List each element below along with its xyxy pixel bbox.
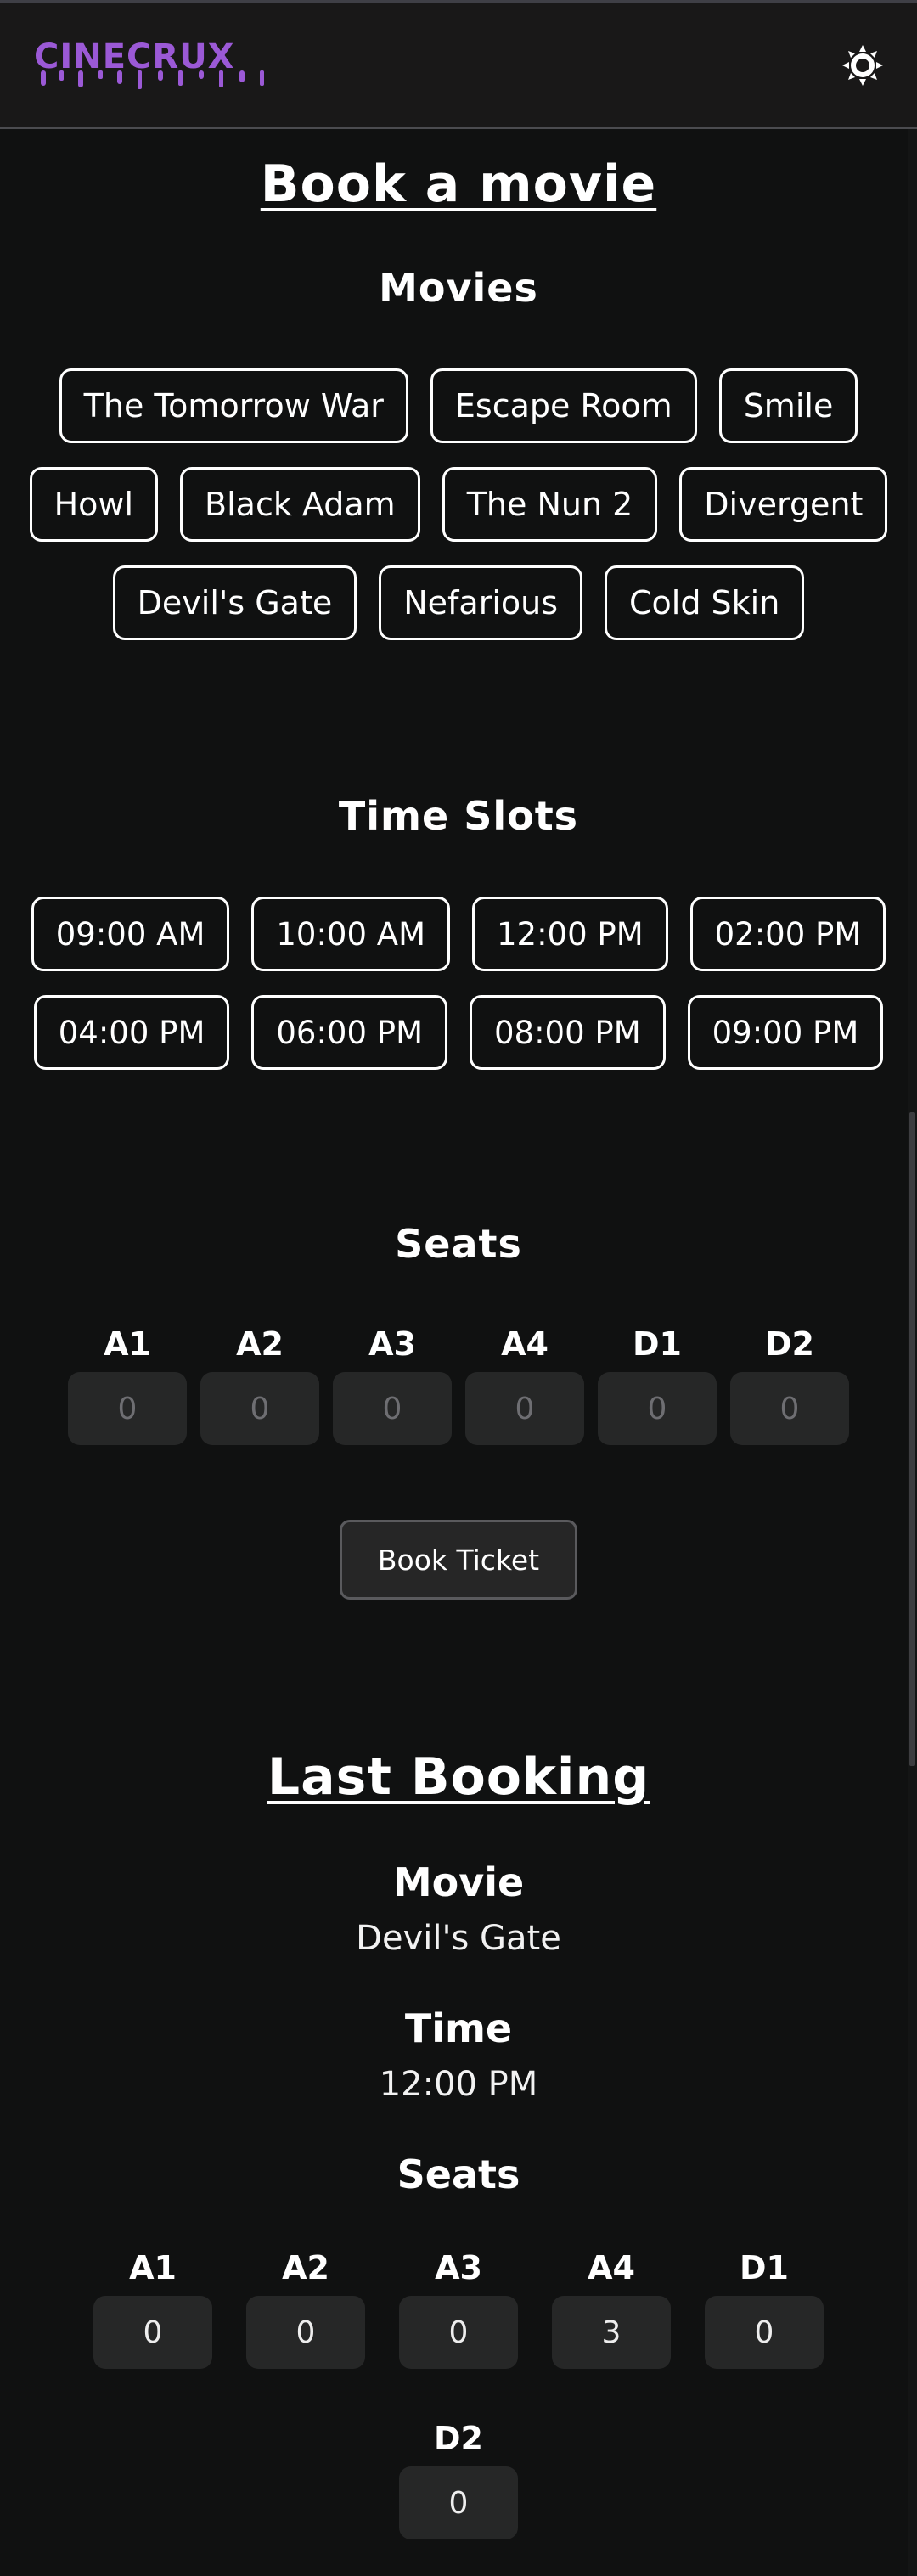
movies-heading: Movies: [379, 265, 538, 311]
seat-quantity-value: 3: [552, 2296, 671, 2369]
logo-drips-decoration: [41, 70, 264, 89]
seat-item: A1 0: [93, 2245, 212, 2369]
movie-option[interactable]: Devil's Gate: [112, 565, 357, 640]
time-slot-option[interactable]: 12:00 PM: [472, 897, 668, 971]
seats-heading: Seats: [395, 1221, 522, 1267]
seat-quantity-value: 0: [399, 2296, 518, 2369]
time-slot-option[interactable]: 10:00 AM: [251, 897, 450, 971]
seat-quantity-input[interactable]: 0: [333, 1372, 452, 1445]
movie-option[interactable]: Nefarious: [379, 565, 583, 640]
seat-quantity-value: 0: [399, 2466, 518, 2539]
movie-option[interactable]: The Tomorrow War: [59, 368, 408, 443]
time-slot-list: 09:00 AM 10:00 AM 12:00 PM 02:00 PM 04:00 PM…: [25, 897, 892, 1070]
last-booking-seats-label: Seats: [397, 2151, 520, 2197]
movie-option[interactable]: Divergent: [679, 467, 888, 542]
seat-label: A2: [282, 2249, 329, 2286]
seat-label: A2: [236, 1325, 284, 1363]
book-ticket-button[interactable]: Book Ticket: [340, 1520, 577, 1600]
book-movie-title: Book a movie: [260, 155, 657, 214]
seat-quantity-input[interactable]: 0: [68, 1372, 187, 1445]
seat-quantity-input[interactable]: 0: [730, 1372, 849, 1445]
seat-item: A4 0: [465, 1321, 584, 1445]
seat-item: A1 0: [68, 1321, 187, 1445]
seat-label: A4: [588, 2249, 635, 2286]
scrollbar-thumb[interactable]: [909, 1112, 915, 1766]
seat-item: D2 0: [730, 1321, 849, 1445]
seat-quantity-value: 0: [246, 2296, 365, 2369]
seat-item: A2 0: [246, 2245, 365, 2369]
last-booking-movie-label: Movie: [392, 1859, 525, 1905]
sun-icon: [842, 45, 883, 86]
movie-list: The Tomorrow War Escape Room Smile Howl Blac…: [25, 368, 892, 640]
time-slot-option[interactable]: 04:00 PM: [33, 995, 230, 1070]
movie-option[interactable]: Smile: [718, 368, 858, 443]
last-booking-title: Last Booking: [267, 1747, 650, 1807]
seat-label: A1: [129, 2249, 177, 2286]
movie-option[interactable]: Cold Skin: [605, 565, 805, 640]
theme-toggle-button[interactable]: [841, 43, 885, 87]
seat-quantity-input[interactable]: 0: [598, 1372, 717, 1445]
seat-label: A3: [435, 2249, 482, 2286]
seat-item: A3 0: [399, 2245, 518, 2369]
time-slot-option[interactable]: 06:00 PM: [251, 995, 447, 1070]
seat-label: A1: [104, 1325, 151, 1363]
last-booking-time-label: Time: [404, 2005, 513, 2051]
seat-label: D1: [740, 2249, 789, 2286]
time-slots-heading: Time Slots: [338, 793, 579, 839]
seat-item: A3 0: [333, 1321, 452, 1445]
seat-item: D1 0: [705, 2245, 824, 2369]
last-booking-movie-value: Devil's Gate: [356, 1919, 561, 1958]
seat-label: D1: [633, 1325, 682, 1363]
seat-quantity-value: 0: [93, 2296, 212, 2369]
seat-label: D2: [765, 1325, 814, 1363]
movie-option[interactable]: Black Adam: [180, 467, 420, 542]
seat-item: A4 3: [552, 2245, 671, 2369]
seat-item: D1 0: [598, 1321, 717, 1445]
logo[interactable]: CINECRUX: [34, 40, 235, 74]
time-slot-option[interactable]: 08:00 PM: [470, 995, 666, 1070]
seat-quantity-input[interactable]: 0: [200, 1372, 319, 1445]
time-slot-option[interactable]: 02:00 PM: [689, 897, 886, 971]
movie-option[interactable]: Howl: [29, 467, 159, 542]
last-booking-seats: A1 0 A2 0 A3 0 A4 3 D1 0: [0, 2245, 917, 2369]
time-slot-option[interactable]: 09:00 AM: [31, 897, 230, 971]
last-booking-time-value: 12:00 PM: [379, 2065, 538, 2104]
top-navbar: CINECRUX: [0, 0, 917, 129]
movie-option[interactable]: Escape Room: [430, 368, 697, 443]
time-slot-option[interactable]: 09:00 PM: [687, 995, 884, 1070]
movie-option[interactable]: The Nun 2: [442, 467, 658, 542]
seat-quantity-input[interactable]: 0: [465, 1372, 584, 1445]
page: CINECRUX Book a movie Movies The Tomorro…: [0, 0, 917, 2576]
seat-quantity-value: 0: [705, 2296, 824, 2369]
seat-item: D2 0: [399, 2416, 518, 2539]
seat-label: D2: [434, 2420, 483, 2457]
seat-item: A2 0: [200, 1321, 319, 1445]
seat-selector: A1 0 A2 0 A3 0 A4 0 D1 0 D2 0: [0, 1321, 917, 1445]
last-booking-seats-overflow: D2 0: [0, 2416, 917, 2539]
seat-label: A4: [501, 1325, 549, 1363]
seat-label: A3: [368, 1325, 416, 1363]
